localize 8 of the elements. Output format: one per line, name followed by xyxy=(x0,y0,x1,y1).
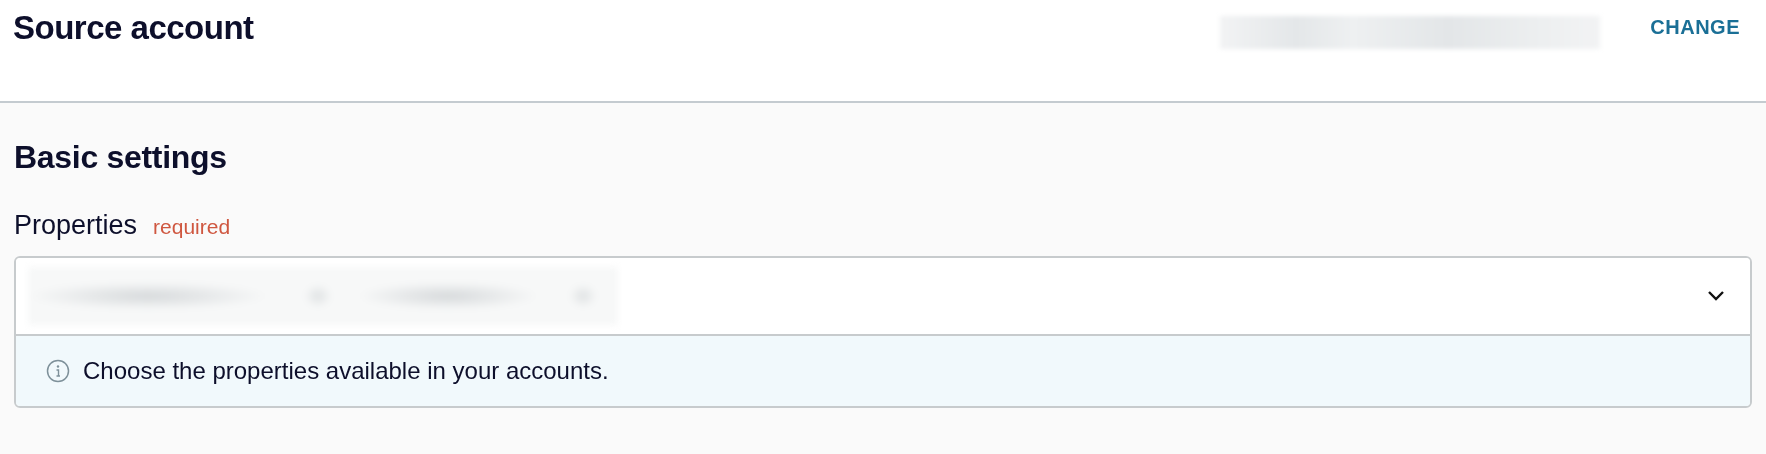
section-title: Basic settings xyxy=(14,139,228,176)
hint-text: Choose the properties available in your accounts. xyxy=(83,357,609,385)
change-link[interactable]: CHANGE xyxy=(1650,16,1740,39)
info-icon xyxy=(46,359,70,383)
section-title: Source account xyxy=(13,9,254,47)
required-label: required xyxy=(153,215,231,239)
properties-select[interactable] xyxy=(16,258,1750,336)
field-label: Properties xyxy=(14,210,138,241)
